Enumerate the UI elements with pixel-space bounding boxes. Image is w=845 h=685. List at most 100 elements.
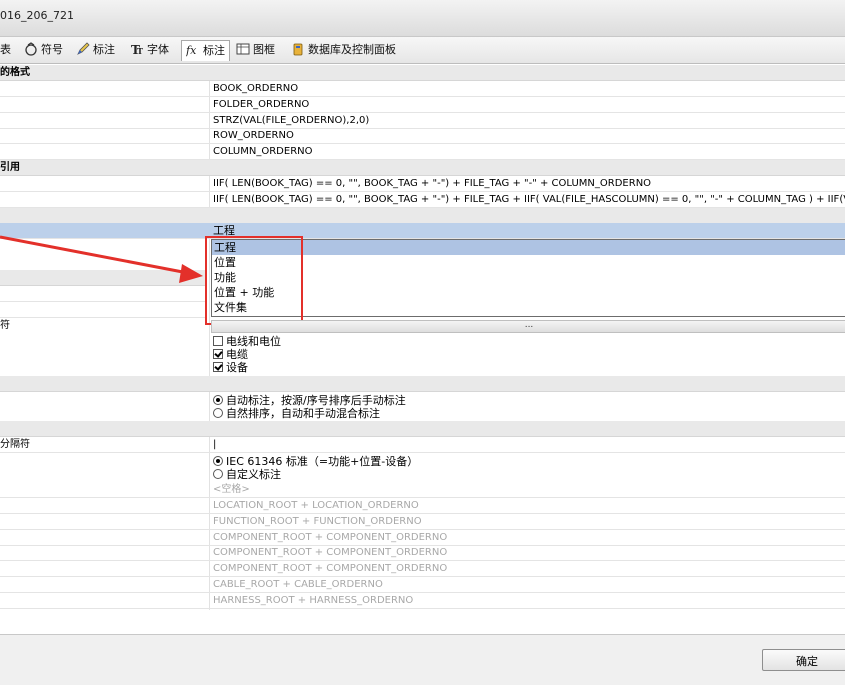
checkbox-cable[interactable]: 电缆	[213, 348, 248, 361]
row-label: 符	[0, 320, 10, 331]
checkbox-device[interactable]: 设备	[213, 361, 248, 374]
checkbox-label: 电缆	[226, 348, 248, 361]
section-reference-label: 引用	[0, 162, 20, 173]
tab-database[interactable]: 数据库及控制面板	[291, 40, 396, 60]
tab-annotation-label: 标注	[93, 43, 115, 56]
property-value: ROW_ORDERNO	[213, 130, 294, 141]
separator-row[interactable]: 分隔符 |	[0, 437, 845, 453]
tab-fx-annotation[interactable]: fx 标注	[181, 40, 230, 61]
radio-dot[interactable]	[213, 469, 223, 479]
property-row[interactable]: FOLDER_ORDERNO	[0, 97, 845, 113]
disabled-row: COMPONENT_ROOT + COMPONENT_ORDERNO	[0, 561, 845, 577]
tab-symbol[interactable]: 符号	[24, 40, 63, 60]
property-value: BOOK_ORDERNO	[213, 83, 299, 94]
section-numbering	[0, 376, 845, 392]
ok-button[interactable]: 确定	[762, 649, 845, 671]
tab-bar: 表 符号 标注 T T 字体 fx 标注 图框 数据库及控制面板	[0, 37, 845, 64]
tab-font-label: 字体	[147, 43, 169, 56]
structure-row[interactable]: 工程	[0, 223, 845, 239]
frame-icon	[236, 43, 250, 55]
font-icon: TT	[131, 43, 143, 56]
disabled-row: FUNCTION_ROOT + FUNCTION_ORDERNO	[0, 514, 845, 530]
checkbox-label: 设备	[226, 361, 248, 374]
checkbox-label: 电线和电位	[226, 335, 281, 348]
section-structure	[0, 208, 845, 224]
section-separator-header	[0, 421, 845, 437]
disabled-value: HARNESS_ROOT + HARNESS_ORDERNO	[213, 595, 414, 606]
section-format: 的格式	[0, 65, 845, 81]
radio-custom-annotation[interactable]: 自定义标注	[213, 468, 281, 481]
property-value: IIF( LEN(BOOK_TAG) == 0, "", BOOK_TAG + …	[213, 178, 652, 189]
disabled-row: COMPONENT_ROOT + COMPONENT_ORDERNO	[0, 545, 845, 561]
tab-annotation[interactable]: 标注	[76, 40, 115, 60]
tab-frame-label: 图框	[253, 43, 275, 56]
window-title: 016_206_721	[0, 9, 74, 22]
fx-icon: fx	[186, 44, 197, 57]
disabled-value: CABLE_ROOT + CABLE_ORDERNO	[213, 579, 383, 590]
tab-table[interactable]: 表	[0, 40, 11, 60]
checkbox-wires-potentials[interactable]: 电线和电位	[213, 335, 281, 348]
dropdown-option-fileset[interactable]: 文件集	[212, 300, 845, 315]
separator-value: |	[213, 439, 217, 450]
tab-frame[interactable]: 图框	[236, 40, 275, 60]
radio-label: 自定义标注	[226, 468, 281, 481]
property-value: STRZ(VAL(FILE_ORDERNO),2,0)	[213, 115, 370, 126]
database-icon	[293, 43, 303, 56]
disabled-row: CABLE_ROOT + CABLE_ORDERNO	[0, 577, 845, 593]
disabled-row: COMPONENT_ROOT + COMPONENT_ORDERNO	[0, 530, 845, 546]
property-row[interactable]: IIF( LEN(BOOK_TAG) == 0, "", BOOK_TAG + …	[0, 192, 845, 208]
radio-iec-standard[interactable]: IEC 61346 标准（=功能+位置-设备）	[213, 455, 418, 468]
radio-dot[interactable]	[213, 408, 223, 418]
radio-label: 自动标注，按源/序号排序后手动标注	[226, 394, 406, 407]
section-reference: 引用	[0, 160, 845, 176]
property-row	[0, 302, 205, 318]
property-row[interactable]: IIF( LEN(BOOK_TAG) == 0, "", BOOK_TAG + …	[0, 176, 845, 192]
disabled-row: LOCATION_ROOT + LOCATION_ORDERNO	[0, 498, 845, 514]
checkbox-box[interactable]	[213, 362, 223, 372]
radio-label: 自然排序，自动和手动混合标注	[226, 407, 380, 420]
disabled-value: COMPONENT_ROOT + COMPONENT_ORDERNO	[213, 532, 448, 543]
disabled-value: <空格>	[213, 484, 250, 495]
radio-natural-sort[interactable]: 自然排序，自动和手动混合标注	[213, 407, 380, 420]
property-value: COLUMN_ORDERNO	[213, 146, 313, 157]
svg-text:T: T	[137, 46, 143, 56]
tab-font[interactable]: T T 字体	[130, 40, 169, 60]
property-row[interactable]: COLUMN_ORDERNO	[0, 144, 845, 160]
title-bar: 016_206_721	[0, 0, 845, 37]
disabled-row: <空格>	[0, 482, 845, 498]
pen-icon	[77, 42, 90, 55]
tab-table-label: 表	[0, 43, 11, 56]
property-row	[0, 286, 205, 302]
dropdown-option-project[interactable]: 工程	[212, 240, 845, 255]
annotation-highlight-box	[205, 236, 303, 325]
tab-database-label: 数据库及控制面板	[308, 43, 396, 56]
radio-dot[interactable]	[213, 456, 223, 466]
section-spacer	[0, 270, 205, 286]
dropdown-option-function[interactable]: 功能	[212, 270, 845, 285]
dialog-footer: 确定	[0, 634, 845, 685]
property-row[interactable]: ROW_ORDERNO	[0, 128, 845, 144]
property-value: FOLDER_ORDERNO	[213, 99, 310, 110]
disabled-value: COMPONENT_ROOT + COMPONENT_ORDERNO	[213, 563, 448, 574]
radio-dot[interactable]	[213, 395, 223, 405]
dropdown-option-location[interactable]: 位置	[212, 255, 845, 270]
tab-fx-annotation-label: 标注	[203, 44, 225, 57]
disabled-value: COMPONENT_ROOT + COMPONENT_ORDERNO	[213, 547, 448, 558]
symbol-icon	[25, 42, 37, 56]
checkbox-box[interactable]	[213, 336, 223, 346]
disabled-row: HARNESS_ROOT + HARNESS_ORDERNO	[0, 593, 845, 609]
checkbox-box[interactable]	[213, 349, 223, 359]
disabled-value: LOCATION_ROOT + LOCATION_ORDERNO	[213, 500, 419, 511]
browse-button[interactable]: ...	[211, 320, 845, 333]
radio-label: IEC 61346 标准（=功能+位置-设备）	[226, 455, 419, 468]
property-value: IIF( LEN(BOOK_TAG) == 0, "", BOOK_TAG + …	[213, 194, 845, 205]
tab-symbol-label: 符号	[41, 43, 63, 56]
disabled-value: FUNCTION_ROOT + FUNCTION_ORDERNO	[213, 516, 422, 527]
property-row[interactable]: STRZ(VAL(FILE_ORDERNO),2,0)	[0, 113, 845, 129]
dropdown-option-location-function[interactable]: 位置 + 功能	[212, 285, 845, 300]
radio-auto-numbering[interactable]: 自动标注，按源/序号排序后手动标注	[213, 394, 406, 407]
svg-text:fx: fx	[186, 44, 197, 57]
property-row[interactable]: BOOK_ORDERNO	[0, 81, 845, 97]
structure-dropdown[interactable]: 工程 位置 功能 位置 + 功能 文件集	[211, 239, 845, 317]
separator-label: 分隔符	[0, 439, 30, 450]
